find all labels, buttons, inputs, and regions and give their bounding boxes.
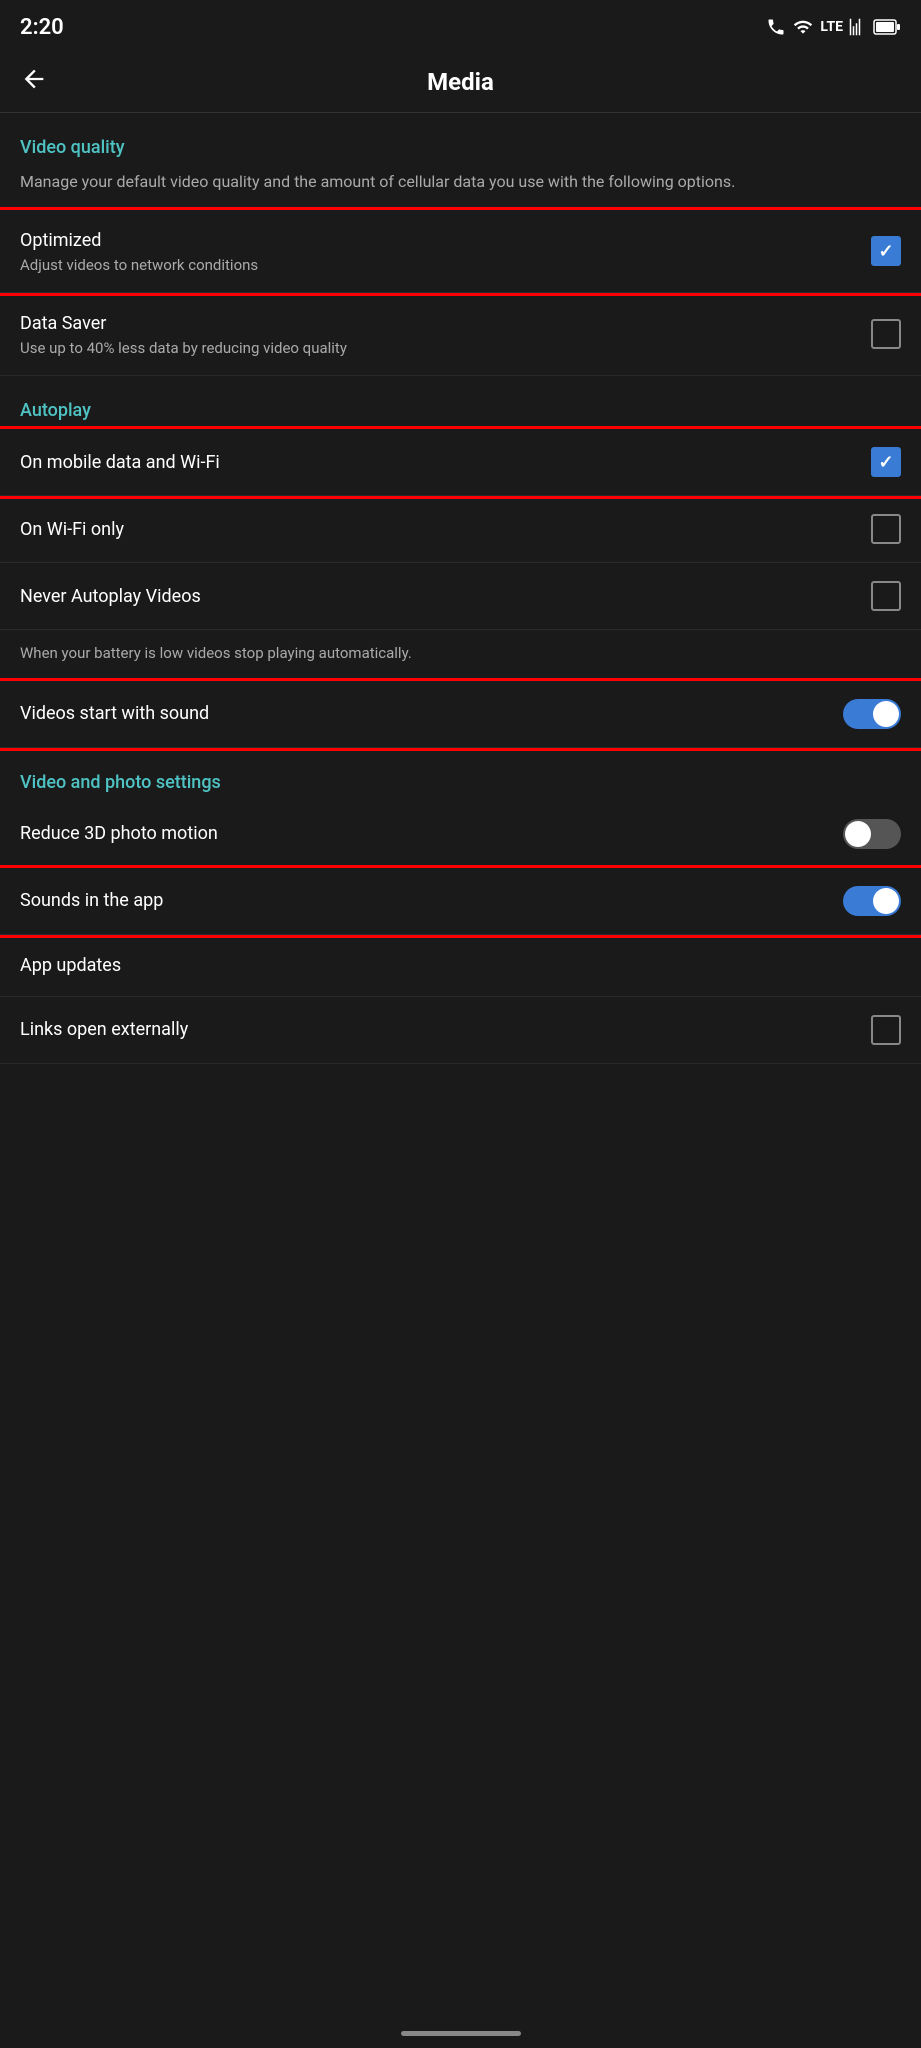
- status-icons: LTE: [766, 17, 901, 37]
- phone-signal-icon: [766, 17, 786, 37]
- videos-sound-toggle[interactable]: [843, 699, 901, 729]
- video-quality-header: Video quality: [0, 113, 921, 166]
- reduce-3d-knob: [845, 821, 871, 847]
- optimized-row[interactable]: Optimized Adjust videos to network condi…: [0, 210, 921, 293]
- video-quality-section: Video quality Manage your default video …: [0, 113, 921, 376]
- home-indicator: [401, 2031, 521, 2036]
- wifi-icon: [792, 17, 814, 37]
- wifi-only-checkbox[interactable]: [871, 514, 901, 544]
- video-photo-header: Video and photo settings: [0, 748, 921, 801]
- videos-sound-row[interactable]: Videos start with sound: [0, 681, 921, 748]
- data-saver-label: Data Saver: [20, 311, 871, 336]
- never-autoplay-row[interactable]: Never Autoplay Videos: [0, 563, 921, 630]
- page-header: Media: [0, 52, 921, 113]
- optimized-info: Optimized Adjust videos to network condi…: [20, 228, 871, 274]
- mobile-wifi-label: On mobile data and Wi-Fi: [20, 450, 871, 475]
- wifi-only-label: On Wi-Fi only: [20, 517, 871, 542]
- video-photo-section: Video and photo settings Reduce 3D photo…: [0, 748, 921, 1064]
- reduce-3d-info: Reduce 3D photo motion: [20, 821, 843, 846]
- app-updates-row[interactable]: App updates: [0, 935, 921, 997]
- app-updates-label: App updates: [20, 953, 901, 978]
- links-external-info: Links open externally: [20, 1017, 871, 1042]
- status-bar: 2:20 LTE: [0, 0, 921, 52]
- mobile-wifi-checkbox[interactable]: [871, 447, 901, 477]
- links-external-checkbox[interactable]: [871, 1015, 901, 1045]
- wifi-only-row[interactable]: On Wi-Fi only: [0, 496, 921, 563]
- data-saver-info: Data Saver Use up to 40% less data by re…: [20, 311, 871, 357]
- sounds-app-info: Sounds in the app: [20, 888, 843, 913]
- data-saver-checkbox[interactable]: [871, 319, 901, 349]
- never-autoplay-info: Never Autoplay Videos: [20, 584, 871, 609]
- status-time: 2:20: [20, 15, 64, 40]
- lte-icon: LTE: [820, 19, 843, 35]
- signal-bars-icon: [849, 18, 867, 36]
- wifi-only-info: On Wi-Fi only: [20, 517, 871, 542]
- videos-sound-label: Videos start with sound: [20, 701, 843, 726]
- app-updates-info: App updates: [20, 953, 901, 978]
- never-autoplay-checkbox[interactable]: [871, 581, 901, 611]
- sounds-app-label: Sounds in the app: [20, 888, 843, 913]
- sounds-app-row[interactable]: Sounds in the app: [0, 868, 921, 935]
- autoplay-section: Autoplay On mobile data and Wi-Fi On Wi-…: [0, 376, 921, 748]
- links-external-row[interactable]: Links open externally: [0, 997, 921, 1064]
- optimized-checkbox[interactable]: [871, 236, 901, 266]
- reduce-3d-label: Reduce 3D photo motion: [20, 821, 843, 846]
- back-button[interactable]: [20, 65, 48, 99]
- mobile-wifi-info: On mobile data and Wi-Fi: [20, 450, 871, 475]
- battery-icon: [873, 18, 901, 36]
- autoplay-header: Autoplay: [0, 376, 921, 429]
- links-external-label: Links open externally: [20, 1017, 871, 1042]
- settings-content: Video quality Manage your default video …: [0, 113, 921, 1064]
- video-quality-description: Manage your default video quality and th…: [0, 166, 921, 210]
- mobile-wifi-row[interactable]: On mobile data and Wi-Fi: [0, 429, 921, 496]
- optimized-sublabel: Adjust videos to network conditions: [20, 256, 871, 274]
- sounds-app-toggle[interactable]: [843, 886, 901, 916]
- data-saver-sublabel: Use up to 40% less data by reducing vide…: [20, 339, 871, 357]
- reduce-3d-row[interactable]: Reduce 3D photo motion: [0, 801, 921, 868]
- videos-sound-knob: [873, 701, 899, 727]
- data-saver-row[interactable]: Data Saver Use up to 40% less data by re…: [0, 293, 921, 376]
- sounds-app-knob: [873, 888, 899, 914]
- videos-sound-info: Videos start with sound: [20, 701, 843, 726]
- never-autoplay-label: Never Autoplay Videos: [20, 584, 871, 609]
- optimized-label: Optimized: [20, 228, 871, 253]
- page-title: Media: [427, 68, 494, 96]
- autoplay-note: When your battery is low videos stop pla…: [0, 630, 921, 681]
- reduce-3d-toggle[interactable]: [843, 819, 901, 849]
